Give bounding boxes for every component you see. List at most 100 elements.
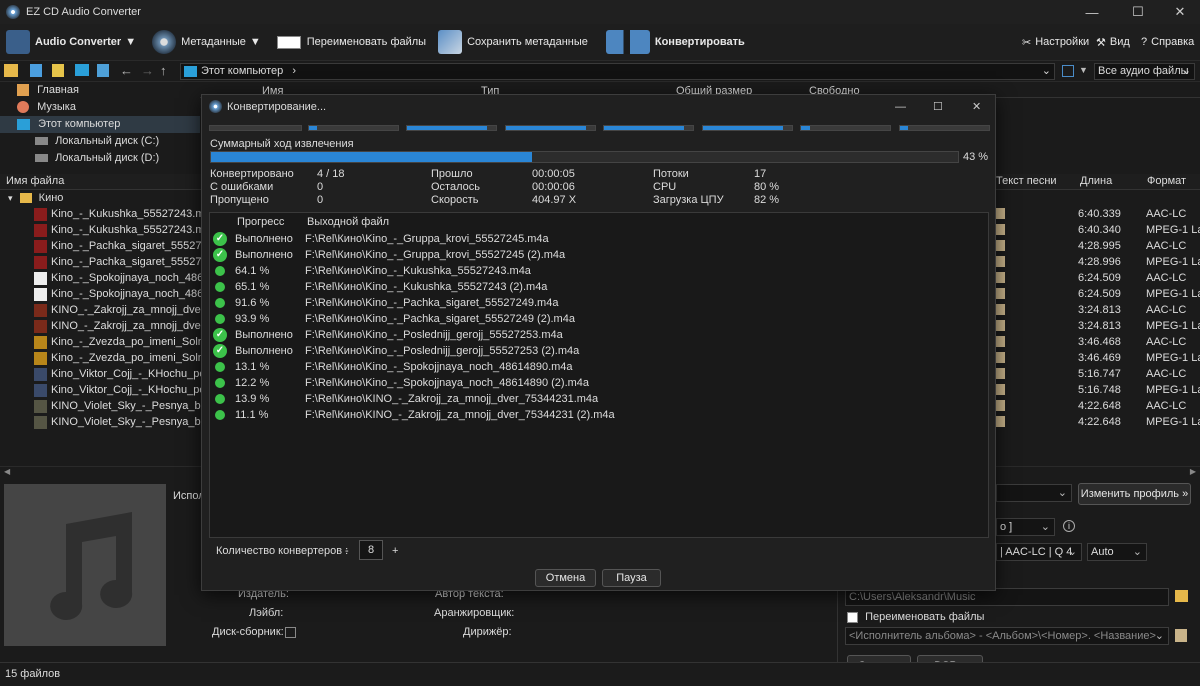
profile-preset-select[interactable]: о ] ⌄ (996, 518, 1055, 536)
maximize-button[interactable]: ☐ (1118, 0, 1158, 24)
file-row[interactable]: Kino_Viktor_Cojj_-_KHochu_perer (0, 366, 219, 382)
file-row-details[interactable]: 6:24.509 AAC-LC (996, 270, 1200, 286)
chevron-down-icon[interactable]: ⌄ (1042, 64, 1051, 79)
rename-pattern-input[interactable]: <Исполнитель альбома> - <Альбом>\<Номер>… (845, 627, 1169, 645)
file-row-details[interactable]: 4:22.648 MPEG-1 Lay (996, 414, 1200, 430)
conversion-row[interactable]: 91.6 % F:\Rel\Кино\Kino_-_Pachka_sigaret_… (210, 295, 988, 311)
file-row[interactable]: Kino_-_Zvezda_po_imeni_Solnce_ (0, 334, 222, 350)
increase-converters-button[interactable]: + (392, 545, 398, 557)
column-filename[interactable]: Имя файла (6, 175, 64, 187)
file-row-details[interactable]: 6:40.339 AAC-LC (996, 206, 1200, 222)
dialog-minimize-button[interactable]: — (895, 95, 906, 119)
rename-files-button[interactable]: Переименовать файлы (271, 26, 432, 58)
file-row[interactable]: KINO_Violet_Sky_-_Pesnya_bez_sl (0, 414, 226, 430)
tree-item-music[interactable]: Музыка (17, 99, 76, 116)
change-profile-button[interactable]: Изменить профиль » (1078, 483, 1191, 505)
conversion-row[interactable]: ✓ Выполнено F:\Rel\Кино\Kino_-_Poslednijj_… (210, 343, 988, 359)
conversion-row[interactable]: 65.1 % F:\Rel\Кино\Kino_-_Kukushka_555272… (210, 279, 988, 295)
column-length[interactable]: Длина (1080, 175, 1112, 187)
file-row-details[interactable]: 4:28.996 MPEG-1 Lay (996, 254, 1200, 270)
file-row[interactable]: Kino_-_Kukushka_55527243.m4a (0, 206, 217, 222)
dialog-maximize-button[interactable]: ☐ (933, 95, 943, 119)
compilation-checkbox[interactable] (285, 627, 296, 638)
file-row[interactable]: Kino_-_Zvezda_po_imeni_Solnce_ (0, 350, 222, 366)
file-row-details[interactable]: 4:28.995 AAC-LC (996, 238, 1200, 254)
computer-icon[interactable] (75, 64, 89, 76)
forward-arrow-icon[interactable]: → (141, 63, 154, 78)
file-row-details[interactable]: 6:24.509 MPEG-1 Lay (996, 286, 1200, 302)
column-format[interactable]: Формат (1147, 175, 1186, 187)
file-row[interactable]: Kino_-_Pachka_sigaret_55527249.m (0, 238, 232, 254)
settings-button[interactable]: ✂ Настройки (1016, 26, 1095, 58)
conversion-row[interactable]: 13.9 % F:\Rel\Кино\KINO_-_Zakrojj_za_mnoj… (210, 391, 988, 407)
file-row-details[interactable]: 3:46.468 AAC-LC (996, 334, 1200, 350)
file-row[interactable]: Kino_Viktor_Cojj_-_KHochu_perer (0, 382, 219, 398)
rename-files-checkbox[interactable] (847, 611, 858, 623)
conversion-row[interactable]: 13.1 % F:\Rel\Кино\Kino_-_Spokojjnaya_noc… (210, 359, 988, 375)
quality-mode-select[interactable]: Auto ⌄ (1087, 543, 1147, 561)
file-row[interactable]: Kino_-_Spokojjnaya_noch_486148 (0, 286, 222, 302)
rename-files-option[interactable]: Переименовать файлы (847, 611, 984, 623)
browse-folder-icon[interactable] (1175, 590, 1188, 602)
save-metadata-button[interactable]: Сохранить метаданные (432, 26, 594, 58)
file-row-details[interactable]: 5:16.748 MPEG-1 Lay (996, 382, 1200, 398)
file-row-details[interactable]: 4:22.648 AAC-LC (996, 398, 1200, 414)
codec-select[interactable]: | AAC-LC | Q 4 ⌄ (996, 543, 1082, 561)
converter-count-input[interactable]: 8 (359, 540, 383, 560)
file-row[interactable]: Kino_-_Pachka_sigaret_55527249.m (0, 254, 232, 270)
conversion-row[interactable]: 93.9 % F:\Rel\Кино\Kino_-_Pachka_sigaret_… (210, 311, 988, 327)
file-row[interactable]: KINO_-_Zakrojj_za_mnojj_dver_75 (0, 318, 223, 334)
folder-row[interactable]: ▾ Кино (0, 190, 200, 206)
up-arrow-icon[interactable]: ↑ (160, 63, 167, 78)
view-button[interactable]: ⚒ Вид (1090, 26, 1136, 58)
edit-pattern-icon[interactable] (1175, 629, 1187, 642)
tree-item-disk-d[interactable]: Локальный диск (D:) (35, 150, 159, 167)
download-icon[interactable] (97, 64, 109, 77)
file-row[interactable]: KINO_-_Zakrojj_za_mnojj_dver_75 (0, 302, 223, 318)
scroll-right-icon[interactable]: ▶ (1190, 467, 1196, 476)
close-button[interactable]: ✕ (1160, 0, 1200, 24)
minimize-button[interactable]: — (1072, 0, 1112, 24)
view-grid-icon[interactable] (1062, 65, 1074, 77)
column-lyrics[interactable]: Текст песни (996, 175, 1057, 187)
tree-item-this-pc[interactable]: Этот компьютер (0, 116, 200, 133)
file-row-details[interactable]: 3:24.813 AAC-LC (996, 302, 1200, 318)
info-icon[interactable]: i (1063, 520, 1075, 532)
conversion-row[interactable]: ✓ Выполнено F:\Rel\Кино\Kino_-_Gruppa_krov… (210, 247, 988, 263)
tree-item-home[interactable]: Главная (17, 82, 79, 99)
address-bar[interactable]: Этот компьютер › ⌄ (180, 63, 1055, 80)
profile-select[interactable]: ⌄ (996, 484, 1072, 502)
file-row-details[interactable]: 5:16.747 AAC-LC (996, 366, 1200, 382)
file-row-details[interactable]: 6:40.340 MPEG-1 Lay (996, 222, 1200, 238)
tree-item-disk-c[interactable]: Локальный диск (C:) (35, 133, 159, 150)
album-art[interactable] (4, 484, 166, 646)
new-folder-icon[interactable] (30, 64, 42, 77)
conversion-row[interactable]: ✓ Выполнено F:\Rel\Кино\Kino_-_Gruppa_krov… (210, 231, 988, 247)
file-row[interactable]: Kino_-_Spokojjnaya_noch_486148 (0, 270, 222, 286)
chevron-down-icon[interactable]: ▼ (1079, 65, 1088, 75)
conversion-row[interactable]: 11.1 % F:\Rel\Кино\KINO_-_Zakrojj_za_mnoj… (210, 407, 988, 423)
dialog-close-button[interactable]: ✕ (972, 95, 981, 119)
file-row[interactable]: KINO_Violet_Sky_-_Pesnya_bez_sl (0, 398, 226, 414)
file-row[interactable]: Kino_-_Kukushka_55527243.mp3 (0, 222, 217, 238)
cancel-button[interactable]: Отмена (535, 569, 596, 587)
audio-converter-menu[interactable]: Audio Converter ▼ (0, 26, 142, 58)
convert-button[interactable]: Конвертировать (600, 26, 751, 58)
file-row-details[interactable]: 3:24.813 MPEG-1 Lay (996, 318, 1200, 334)
file-row-details[interactable]: 3:46.469 MPEG-1 Lay (996, 350, 1200, 366)
column-output-file[interactable]: Выходной файл (307, 216, 389, 230)
back-arrow-icon[interactable]: ← (120, 63, 133, 78)
conversion-row[interactable]: 64.1 % F:\Rel\Кино\Kino_-_Kukushka_555272… (210, 263, 988, 279)
conversion-status: 93.9 % (235, 313, 270, 325)
conversion-row[interactable]: ✓ Выполнено F:\Rel\Кино\Kino_-_Poslednijj_… (210, 327, 988, 343)
scroll-left-icon[interactable]: ◀ (4, 467, 10, 476)
decrease-converters-button[interactable]: - (345, 545, 349, 557)
add-folder-icon[interactable] (52, 64, 64, 77)
folder-icon[interactable] (4, 64, 18, 77)
pause-button[interactable]: Пауза (602, 569, 661, 587)
conversion-row[interactable]: 12.2 % F:\Rel\Кино\Kino_-_Spokojjnaya_noc… (210, 375, 988, 391)
metadata-menu[interactable]: Метаданные ▼ (146, 26, 267, 58)
help-button[interactable]: ? Справка (1135, 26, 1200, 58)
file-type-filter[interactable]: Все аудио файлы ⌄ (1094, 63, 1195, 80)
column-progress[interactable]: Прогресс (237, 216, 284, 230)
